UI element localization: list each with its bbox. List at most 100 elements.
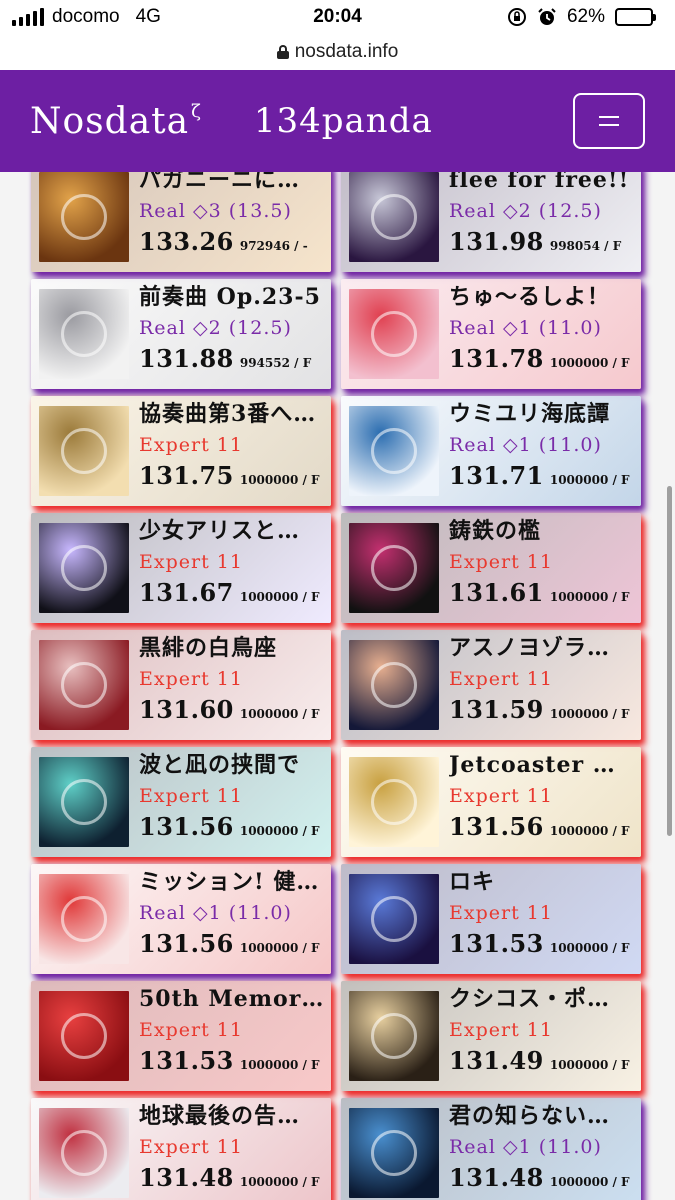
scrollbar[interactable]: [667, 486, 672, 836]
score-card[interactable]: パガニーニに… Real ◇3 (13.5) 133.26 972946 / -: [31, 172, 331, 272]
score-card[interactable]: アスノヨゾラ… Expert 11 131.59 1000000 / F: [341, 630, 641, 740]
difficulty-label: Real ◇1 (11.0): [449, 317, 602, 339]
score-detail: 1000000 / F: [239, 1058, 320, 1072]
score-card[interactable]: 協奏曲第3番へ… Expert 11 131.75 1000000 / F: [31, 396, 331, 506]
song-title: ロキ: [449, 869, 496, 895]
score-detail: 972946 / -: [239, 239, 308, 253]
song-title: ミッション! 健…: [139, 869, 320, 895]
song-title: flee for free!!: [449, 172, 630, 193]
song-title: ウミユリ海底譚: [449, 401, 611, 427]
score-card[interactable]: 少女アリスと… Expert 11 131.67 1000000 / F: [31, 513, 331, 623]
song-jacket: [349, 523, 439, 613]
score-detail: 1000000 / F: [549, 941, 630, 955]
rating-value: 131.61: [449, 578, 544, 607]
site-logo[interactable]: Nosdata ζ: [30, 101, 202, 142]
rating-value: 131.56: [139, 812, 234, 841]
rating-value: 131.48: [449, 1163, 544, 1192]
song-jacket: [39, 1108, 129, 1198]
song-title: 鋳鉄の檻: [449, 518, 542, 544]
address-bar[interactable]: nosdata.info: [0, 34, 675, 70]
score-detail: 994552 / F: [239, 356, 312, 370]
song-jacket: [39, 289, 129, 379]
difficulty-label: Expert 11: [139, 785, 243, 807]
carrier-name: docomo: [52, 6, 120, 27]
score-detail: 1000000 / F: [549, 707, 630, 721]
score-card[interactable]: ウミユリ海底譚 Real ◇1 (11.0) 131.71 1000000 / F: [341, 396, 641, 506]
score-detail: 1000000 / F: [549, 1175, 630, 1189]
song-jacket: [349, 289, 439, 379]
song-jacket: [349, 757, 439, 847]
difficulty-label: Expert 11: [449, 551, 553, 573]
song-jacket: [39, 640, 129, 730]
username: 134panda: [253, 101, 433, 141]
score-card[interactable]: ミッション! 健… Real ◇1 (11.0) 131.56 1000000 / F: [31, 864, 331, 974]
score-card[interactable]: 波と凪の挟間で Expert 11 131.56 1000000 / F: [31, 747, 331, 857]
song-title: 前奏曲 Op.23-5: [139, 284, 321, 310]
rating-value: 131.59: [449, 695, 544, 724]
song-title: 50th Memori…: [139, 986, 325, 1012]
rating-value: 133.26: [139, 227, 234, 256]
score-detail: 1000000 / F: [239, 824, 320, 838]
song-title: 協奏曲第3番へ…: [139, 401, 317, 427]
difficulty-label: Real ◇2 (12.5): [139, 317, 292, 339]
song-jacket: [39, 757, 129, 847]
difficulty-label: Real ◇1 (11.0): [449, 1136, 602, 1158]
difficulty-label: Expert 11: [139, 434, 243, 456]
difficulty-label: Expert 11: [449, 1019, 553, 1041]
song-jacket: [349, 406, 439, 496]
rating-value: 131.53: [139, 1046, 234, 1075]
score-card[interactable]: 50th Memori… Expert 11 131.53 1000000 / F: [31, 981, 331, 1091]
song-title: ちゅ〜るしよ！: [449, 284, 611, 310]
song-jacket: [39, 874, 129, 964]
song-jacket: [349, 1108, 439, 1198]
score-detail: 1000000 / F: [239, 473, 320, 487]
score-detail: 1000000 / F: [549, 824, 630, 838]
difficulty-label: Real ◇1 (11.0): [139, 902, 292, 924]
score-card[interactable]: flee for free!! Real ◇2 (12.5) 131.98 99805…: [341, 172, 641, 272]
song-jacket: [349, 172, 439, 262]
difficulty-label: Expert 11: [139, 668, 243, 690]
menu-toggle-button[interactable]: [573, 93, 645, 149]
song-title: 波と凪の挟間で: [139, 752, 301, 778]
app-header: Nosdata ζ 134panda: [0, 70, 675, 172]
score-card[interactable]: ロキ Expert 11 131.53 1000000 / F: [341, 864, 641, 974]
score-card[interactable]: 鋳鉄の檻 Expert 11 131.61 1000000 / F: [341, 513, 641, 623]
score-card[interactable]: 前奏曲 Op.23-5 Real ◇2 (12.5) 131.88 994552 / …: [31, 279, 331, 389]
difficulty-label: Expert 11: [139, 1136, 243, 1158]
score-card[interactable]: 黒緋の白鳥座 Expert 11 131.60 1000000 / F: [31, 630, 331, 740]
difficulty-label: Expert 11: [449, 785, 553, 807]
song-title: Jetcoaster W…: [449, 752, 635, 778]
song-jacket: [39, 523, 129, 613]
status-bar: docomo 4G 20:04 62%: [0, 0, 675, 34]
song-title: 黒緋の白鳥座: [139, 635, 278, 661]
difficulty-label: Real ◇3 (13.5): [139, 200, 292, 222]
song-title: クシコス・ポ…: [449, 986, 611, 1012]
score-detail: 1000000 / F: [549, 590, 630, 604]
url-text: nosdata.info: [294, 41, 399, 62]
rating-value: 131.75: [139, 461, 234, 490]
rating-value: 131.49: [449, 1046, 544, 1075]
song-jacket: [349, 991, 439, 1081]
rating-value: 131.48: [139, 1163, 234, 1192]
rating-value: 131.98: [449, 227, 544, 256]
score-card[interactable]: クシコス・ポ… Expert 11 131.49 1000000 / F: [341, 981, 641, 1091]
score-card[interactable]: ちゅ〜るしよ！ Real ◇1 (11.0) 131.78 1000000 / F: [341, 279, 641, 389]
rating-value: 131.67: [139, 578, 234, 607]
song-title: 地球最後の告…: [139, 1103, 301, 1129]
score-card[interactable]: 君の知らない… Real ◇1 (11.0) 131.48 1000000 / F: [341, 1098, 641, 1200]
song-jacket: [349, 640, 439, 730]
score-detail: 1000000 / F: [239, 1175, 320, 1189]
score-grid: パガニーニに… Real ◇3 (13.5) 133.26 972946 / - fle…: [0, 172, 675, 1200]
score-card[interactable]: 地球最後の告… Expert 11 131.48 1000000 / F: [31, 1098, 331, 1200]
rating-value: 131.78: [449, 344, 544, 373]
rating-value: 131.56: [449, 812, 544, 841]
score-card[interactable]: Jetcoaster W… Expert 11 131.56 1000000 / F: [341, 747, 641, 857]
battery-percent: 62%: [566, 6, 605, 27]
orientation-lock-icon: [507, 8, 526, 26]
song-jacket: [39, 406, 129, 496]
score-detail: 1000000 / F: [239, 941, 320, 955]
difficulty-label: Expert 11: [449, 902, 553, 924]
score-detail: 1000000 / F: [549, 356, 630, 370]
rating-value: 131.88: [139, 344, 234, 373]
hamburger-icon: [599, 116, 619, 126]
